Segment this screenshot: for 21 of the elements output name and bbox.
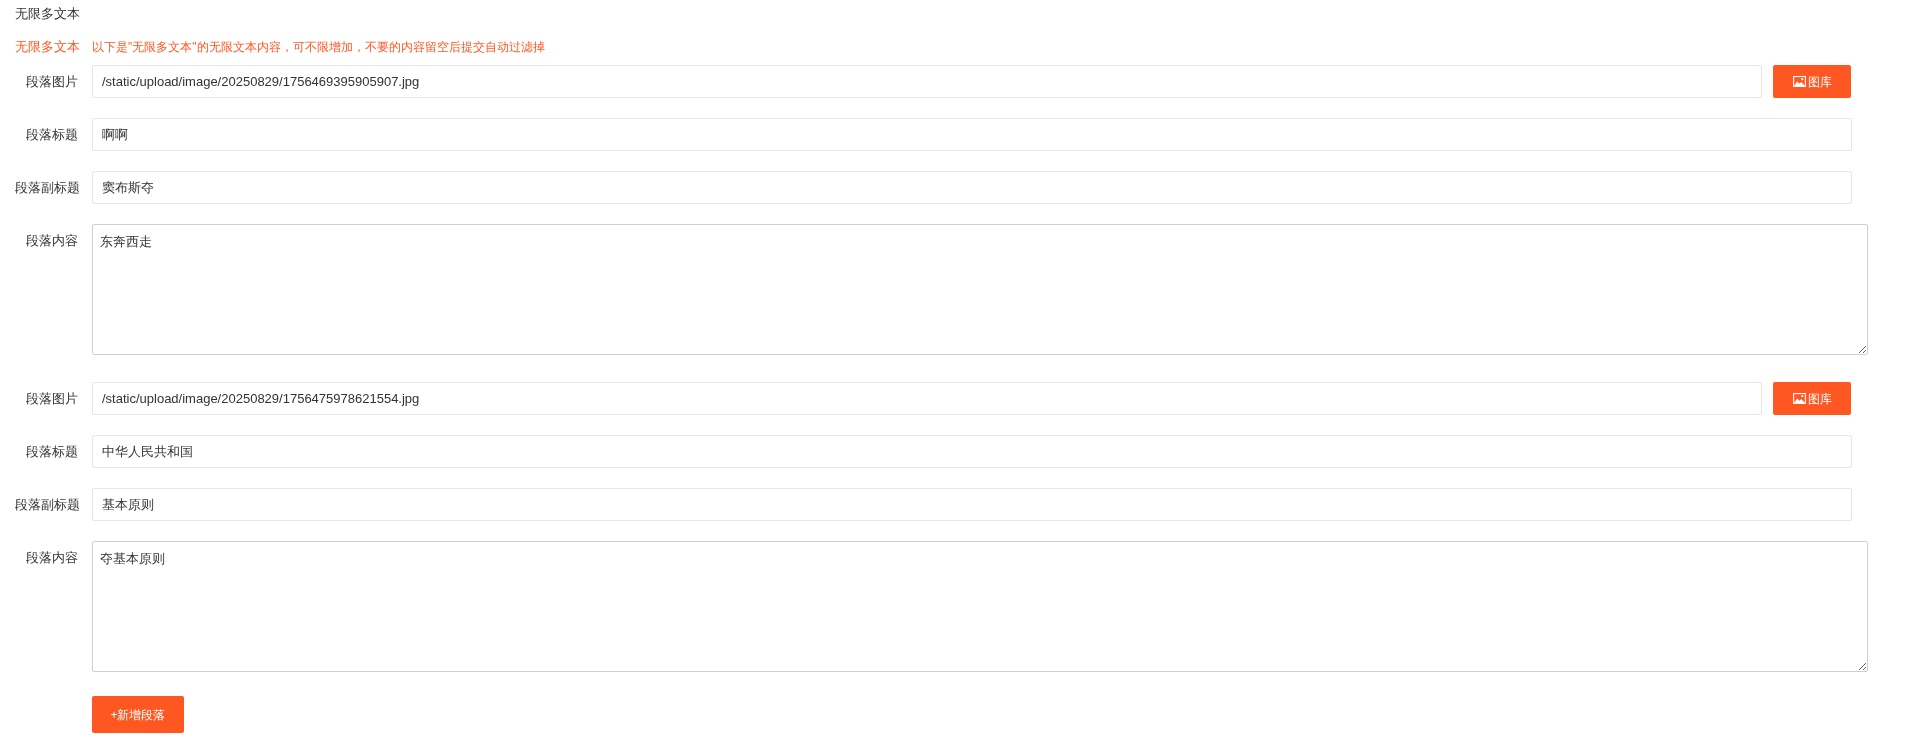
image-icon [1792, 76, 1806, 87]
field-label: 段落副标题 [15, 179, 78, 197]
field-label: 段落标题 [25, 443, 78, 461]
section-title: 无限多文本 [15, 5, 80, 23]
field-label: 段落图片 [25, 73, 78, 91]
hint-text: 以下是"无限多文本"的无限文本内容，可不限增加，不要的内容留空后提交自动过滤掉 [92, 39, 545, 56]
hint-label: 无限多文本 [15, 38, 81, 56]
text-area[interactable]: 夺基本原则 [92, 541, 1868, 672]
input-field[interactable]: 中华人民共和国 [92, 435, 1852, 468]
input-field[interactable]: 啊啊 [92, 118, 1852, 151]
field-label: 段落内容 [25, 232, 78, 250]
text-area[interactable]: 东奔西走 [92, 224, 1868, 355]
input-field[interactable]: 基本原则 [92, 488, 1852, 521]
input-field[interactable]: 窦布斯夺 [92, 171, 1852, 204]
field-label: 段落内容 [25, 549, 78, 567]
input-field[interactable]: /static/upload/image/20250829/1756475978621554.jpg [92, 382, 1762, 415]
image-icon [1792, 393, 1806, 404]
field-label: 段落副标题 [15, 496, 78, 514]
field-label: 段落标题 [25, 126, 78, 144]
input-field[interactable]: /static/upload/image/20250829/1756469395905907.jpg [92, 65, 1762, 98]
field-label: 段落图片 [25, 390, 78, 408]
